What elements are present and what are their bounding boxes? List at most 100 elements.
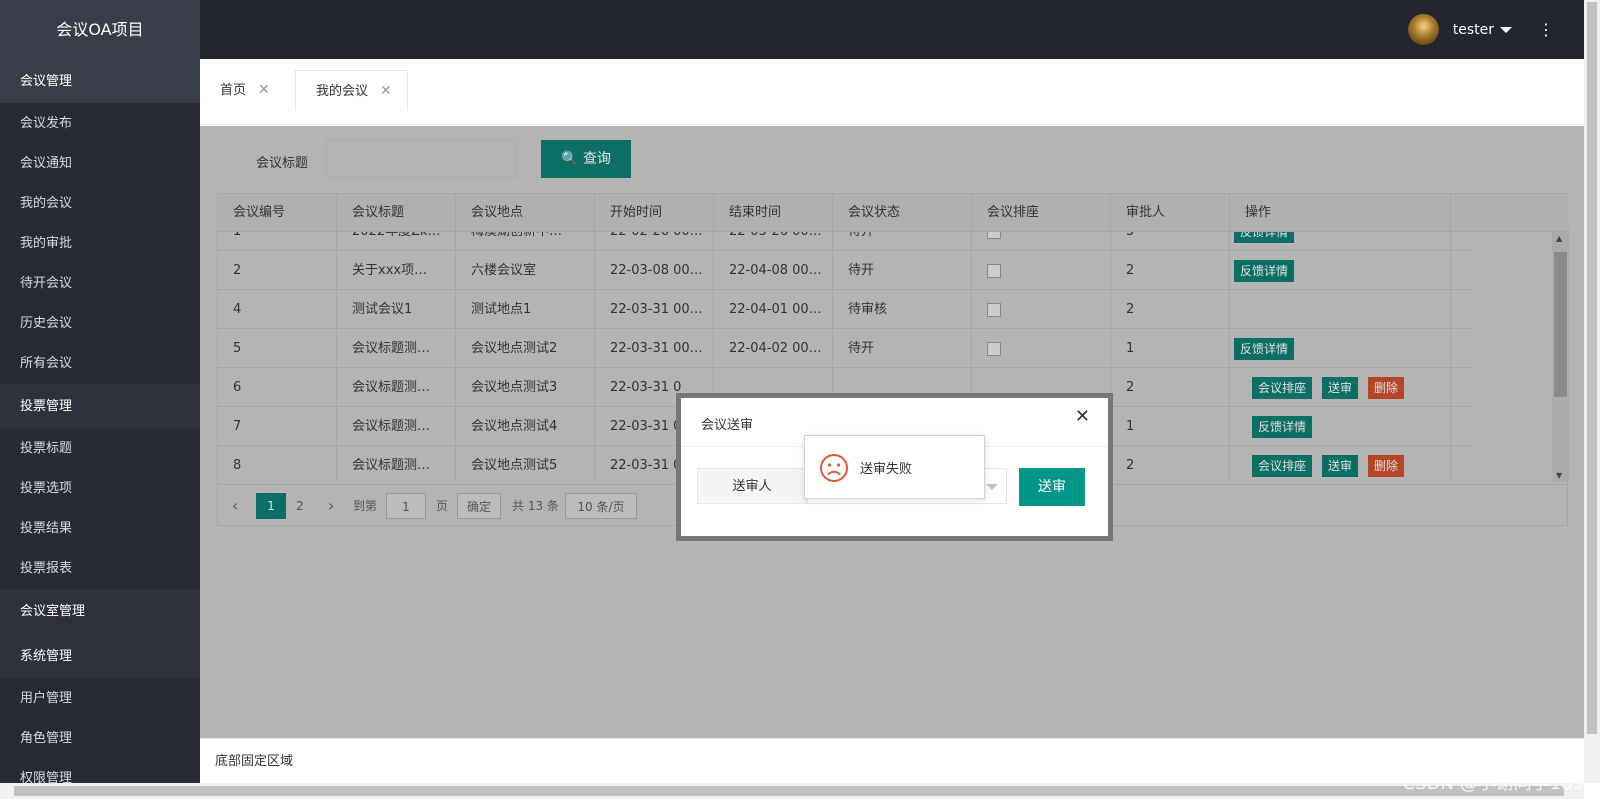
table-row: 1 2022年度Zk… 梅溪湖创新中… 22-02-26 00… 22-03-2… bbox=[218, 232, 1472, 251]
sidebar-group-vote[interactable]: 投票管理 bbox=[0, 384, 200, 429]
cell-place: 会议地点测试2 bbox=[456, 329, 595, 368]
window-horizontal-scrollbar[interactable] bbox=[0, 783, 1584, 799]
tab-label: 首页 bbox=[220, 83, 247, 98]
sidebar-item-my-meeting[interactable]: 我的会议 bbox=[0, 184, 200, 224]
scroll-down-icon[interactable]: ▼ bbox=[1556, 471, 1562, 480]
watermark: CSDN @小谢同学189 bbox=[1402, 773, 1584, 794]
cell-approver: 2 bbox=[1111, 251, 1230, 290]
goto-confirm-button[interactable]: 确定 bbox=[457, 493, 501, 519]
cell-place: 六楼会议室 bbox=[456, 251, 595, 290]
goto-label: 到第 bbox=[353, 499, 378, 513]
search-button[interactable]: 🔍 查询 bbox=[541, 140, 631, 178]
cell-approver: 2 bbox=[1111, 368, 1230, 407]
cell-end: 22-04-02 00… bbox=[714, 329, 833, 368]
more-vertical-icon[interactable]: ⋮ bbox=[1538, 20, 1554, 39]
cell-title: 会议标题测… bbox=[337, 446, 456, 482]
next-page-icon[interactable]: › bbox=[328, 493, 334, 519]
sidebar-item-vote-title[interactable]: 投票标题 bbox=[0, 429, 200, 469]
table-row: 4 测试会议1 测试地点1 22-03-31 00… 22-04-01 00… … bbox=[218, 290, 1472, 329]
table-scrollbar[interactable]: ▲ ▼ bbox=[1552, 232, 1569, 482]
sidebar-item-notice[interactable]: 会议通知 bbox=[0, 144, 200, 184]
cell-end: 22-04-01 00… bbox=[714, 290, 833, 329]
page-1[interactable]: 1 bbox=[256, 493, 286, 519]
cell-approver: 2 bbox=[1111, 290, 1230, 329]
table-row: 5 会议标题测… 会议地点测试2 22-03-31 00… 22-04-02 0… bbox=[218, 329, 1472, 368]
chevron-down-icon[interactable] bbox=[986, 484, 998, 490]
page-unit: 页 bbox=[436, 499, 449, 513]
tab-home[interactable]: 首页 ✕ bbox=[200, 70, 285, 110]
th-actions: 操作 bbox=[1230, 194, 1451, 232]
window-vertical-scrollbar[interactable] bbox=[1584, 0, 1600, 783]
scroll-thumb[interactable] bbox=[14, 786, 1564, 796]
table-row: 2 关于xxx项… 六楼会议室 22-03-08 00… 22-04-08 00… bbox=[218, 251, 1472, 290]
table-header: 会议编号 会议标题 会议地点 开始时间 结束时间 会议状态 会议排座 审批人 操… bbox=[218, 194, 1569, 232]
goto-page-input[interactable]: 1 bbox=[386, 493, 426, 519]
footer: 底部固定区域 bbox=[200, 738, 1584, 783]
sidebar-item-vote-option[interactable]: 投票选项 bbox=[0, 469, 200, 509]
reviewer-label: 送审人 bbox=[697, 468, 807, 504]
sidebar-item-publish[interactable]: 会议发布 bbox=[0, 104, 200, 144]
sidebar-item-history[interactable]: 历史会议 bbox=[0, 304, 200, 344]
sidebar-item-users[interactable]: 用户管理 bbox=[0, 679, 200, 719]
avatar[interactable] bbox=[1407, 14, 1439, 45]
feedback-button[interactable]: 反馈详情 bbox=[1252, 415, 1313, 438]
search-label: 会议标题 bbox=[256, 156, 309, 171]
feedback-button[interactable]: 反馈详情 bbox=[1234, 232, 1295, 243]
broken-image-icon bbox=[987, 263, 1001, 278]
sidebar-item-all[interactable]: 所有会议 bbox=[0, 344, 200, 384]
feedback-button[interactable]: 反馈详情 bbox=[1234, 337, 1295, 360]
cell-status: 待开 bbox=[833, 329, 972, 368]
cell-title: 会议标题测… bbox=[337, 329, 456, 368]
cell-actions: 反馈详情 bbox=[1230, 232, 1451, 251]
close-icon[interactable]: ✕ bbox=[258, 82, 270, 98]
cell-id: 2 bbox=[218, 251, 337, 290]
sidebar-item-vote-report[interactable]: 投票报表 bbox=[0, 549, 200, 589]
tab-my-meeting[interactable]: 我的会议 ✕ bbox=[295, 70, 408, 111]
seat-arrange-button[interactable]: 会议排座 bbox=[1252, 376, 1313, 399]
scroll-thumb[interactable] bbox=[1587, 2, 1597, 734]
feedback-button[interactable]: 反馈详情 bbox=[1234, 259, 1295, 282]
cell-seat bbox=[972, 232, 1111, 251]
cell-id: 4 bbox=[218, 290, 337, 329]
chevron-down-icon[interactable] bbox=[1500, 26, 1512, 33]
seat-arrange-button[interactable]: 会议排座 bbox=[1252, 454, 1313, 477]
cell-end: 22-04-08 00… bbox=[714, 251, 833, 290]
page-2[interactable]: 2 bbox=[296, 493, 304, 519]
sidebar-item-pending[interactable]: 待开会议 bbox=[0, 264, 200, 304]
cell-start: 22-03-31 00… bbox=[595, 290, 714, 329]
sidebar-item-vote-result[interactable]: 投票结果 bbox=[0, 509, 200, 549]
close-icon[interactable]: ✕ bbox=[1075, 406, 1090, 427]
username[interactable]: tester bbox=[1453, 22, 1494, 38]
cell-id: 1 bbox=[218, 232, 337, 251]
cell-seat bbox=[972, 290, 1111, 329]
sidebar-group-room[interactable]: 会议室管理 bbox=[0, 589, 200, 634]
th-title: 会议标题 bbox=[337, 194, 456, 232]
close-icon[interactable]: ✕ bbox=[380, 83, 392, 99]
cell-actions: 反馈详情 bbox=[1230, 251, 1451, 290]
toast-message: 送审失败 bbox=[860, 462, 913, 477]
delete-button[interactable]: 删除 bbox=[1368, 454, 1405, 477]
search-input[interactable] bbox=[326, 140, 516, 178]
cell-approver: 5 bbox=[1111, 232, 1230, 251]
cell-approver: 1 bbox=[1111, 329, 1230, 368]
tab-bar: 首页 ✕ 我的会议 ✕ bbox=[200, 59, 1584, 125]
broken-image-icon bbox=[987, 232, 1001, 239]
submit-review-button[interactable]: 送审 bbox=[1322, 376, 1359, 399]
sidebar-item-roles[interactable]: 角色管理 bbox=[0, 719, 200, 759]
submit-review-button[interactable]: 送审 bbox=[1322, 454, 1359, 477]
page-size-select[interactable]: 10 条/页 bbox=[565, 493, 637, 519]
sidebar-group-system[interactable]: 系统管理 bbox=[0, 634, 200, 679]
prev-page-icon[interactable]: ‹ bbox=[232, 493, 238, 519]
user-menu[interactable]: tester ⋮ bbox=[1407, 14, 1554, 45]
sidebar-group-meeting[interactable]: 会议管理 bbox=[0, 59, 200, 104]
scroll-thumb[interactable] bbox=[1554, 252, 1567, 397]
sidebar-item-my-approval[interactable]: 我的审批 bbox=[0, 224, 200, 264]
submit-review-button[interactable]: 送审 bbox=[1019, 468, 1085, 506]
scroll-up-icon[interactable]: ▲ bbox=[1556, 234, 1562, 243]
error-toast: 送审失败 bbox=[804, 435, 985, 499]
th-status: 会议状态 bbox=[833, 194, 972, 232]
delete-button[interactable]: 删除 bbox=[1368, 376, 1405, 399]
cell-id: 8 bbox=[218, 446, 337, 482]
app-logo: 会议OA项目 bbox=[0, 0, 200, 59]
cell-status: 待开 bbox=[833, 251, 972, 290]
